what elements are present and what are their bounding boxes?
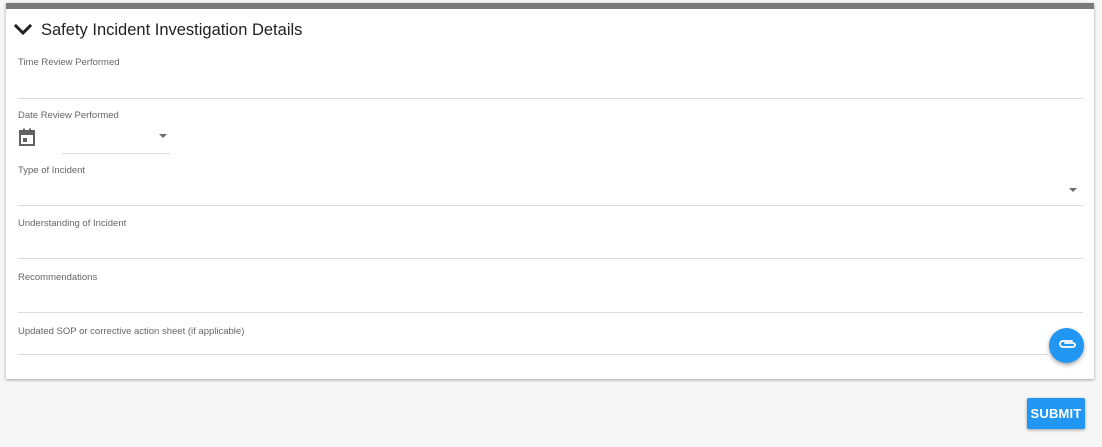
recommendations-label: Recommendations bbox=[18, 272, 98, 283]
sop-attachment-field: Updated SOP or corrective action sheet (… bbox=[18, 326, 1048, 366]
time-review-underline bbox=[18, 98, 1083, 99]
submit-button[interactable]: SUBMIT bbox=[1027, 398, 1085, 429]
chevron-down-icon bbox=[159, 134, 167, 138]
date-select-underline bbox=[62, 153, 170, 154]
time-review-field[interactable]: Time Review Performed bbox=[18, 57, 1083, 103]
incident-type-underline bbox=[18, 205, 1083, 206]
chevron-down-icon bbox=[1069, 188, 1077, 192]
understanding-underline bbox=[18, 258, 1083, 259]
understanding-label: Understanding of Incident bbox=[18, 218, 127, 229]
date-review-label: Date Review Performed bbox=[18, 110, 119, 121]
investigation-details-card: Safety Incident Investigation Details Ti… bbox=[6, 3, 1094, 379]
sop-attachment-underline bbox=[18, 354, 1048, 355]
incident-type-select[interactable]: Type of Incident bbox=[18, 165, 1083, 211]
incident-type-label: Type of Incident bbox=[18, 165, 86, 176]
attach-file-button[interactable] bbox=[1049, 328, 1084, 363]
recommendations-underline bbox=[18, 312, 1083, 313]
paperclip-icon bbox=[1057, 337, 1077, 355]
section-header[interactable]: Safety Incident Investigation Details bbox=[14, 19, 302, 41]
time-review-label: Time Review Performed bbox=[18, 57, 120, 68]
date-review-field: Date Review Performed bbox=[18, 110, 1083, 156]
date-select[interactable] bbox=[62, 124, 170, 154]
sop-attachment-label: Updated SOP or corrective action sheet (… bbox=[18, 326, 245, 337]
recommendations-field[interactable]: Recommendations bbox=[18, 272, 1083, 318]
understanding-field[interactable]: Understanding of Incident bbox=[18, 218, 1083, 264]
section-title: Safety Incident Investigation Details bbox=[41, 20, 303, 39]
calendar-icon[interactable] bbox=[18, 128, 36, 152]
chevron-down-icon[interactable] bbox=[14, 24, 32, 36]
